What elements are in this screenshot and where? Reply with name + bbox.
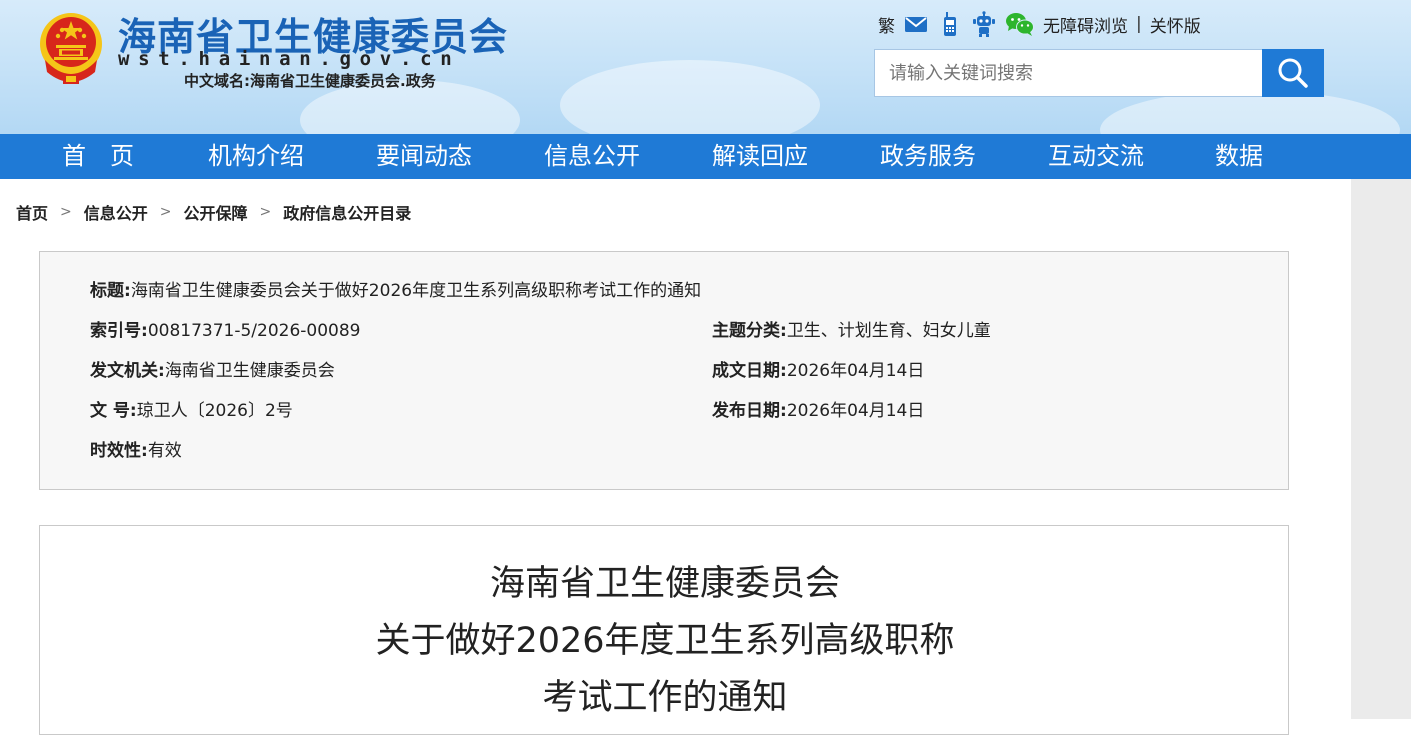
- main-nav: 首 页 机构介绍 要闻动态 信息公开 解读回应 政务服务 互动交流 数据: [0, 134, 1411, 179]
- nav-information-disclosure[interactable]: 信息公开: [544, 134, 640, 179]
- care-mode-link[interactable]: 关怀版: [1150, 10, 1201, 38]
- breadcrumb-home[interactable]: 首页: [16, 200, 48, 224]
- meta-docno-label: 文 号:: [90, 401, 137, 421]
- meta-title-row: 标题:海南省卫生健康委员会关于做好2026年度卫生系列高级职称考试工作的通知: [90, 279, 701, 303]
- meta-created-label: 成文日期:: [712, 361, 787, 381]
- document-title-line-2: 关于做好2026年度卫生系列高级职称: [375, 621, 955, 661]
- document-title-line-3: 考试工作的通知: [542, 678, 788, 718]
- meta-published-value: 2026年04月14日: [786, 401, 925, 421]
- breadcrumb-separator: >: [60, 204, 72, 220]
- meta-index-value: 00817371-5/2026-00089: [147, 321, 361, 341]
- breadcrumb-disclosure-guarantee[interactable]: 公开保障: [184, 200, 248, 224]
- nav-home[interactable]: 首 页: [62, 134, 134, 179]
- nav-interpretation[interactable]: 解读回应: [712, 134, 808, 179]
- meta-title-value: 海南省卫生健康委员会关于做好2026年度卫生系列高级职称考试工作的通知: [130, 281, 702, 301]
- header-cloud-decoration: [560, 60, 820, 134]
- meta-validity-row: 时效性:有效: [90, 439, 182, 463]
- search-icon: [1278, 58, 1308, 88]
- meta-topic-row: 主题分类:卫生、计划生育、妇女儿童: [712, 319, 991, 343]
- site-header: 海南省卫生健康委员会 wst.hainan.gov.cn 中文域名:海南省卫生健…: [0, 0, 1411, 134]
- nav-interaction[interactable]: 互动交流: [1048, 134, 1144, 179]
- breadcrumb-information-disclosure[interactable]: 信息公开: [84, 200, 148, 224]
- meta-created-row: 成文日期:2026年04月14日: [712, 359, 924, 383]
- meta-index-label: 索引号:: [90, 321, 148, 341]
- meta-docno-row: 文 号:琼卫人〔2026〕2号: [90, 399, 293, 423]
- header-toolbar: 繁 无障碍浏览 | 关怀版: [878, 10, 1201, 38]
- meta-validity-value: 有效: [147, 441, 182, 461]
- document-body: 海南省卫生健康委员会 关于做好2026年度卫生系列高级职称 考试工作的通知: [39, 525, 1289, 735]
- nav-government-services[interactable]: 政务服务: [880, 134, 976, 179]
- nav-organization[interactable]: 机构介绍: [208, 134, 304, 179]
- robot-assistant-icon[interactable]: [971, 11, 997, 37]
- meta-topic-value: 卫生、计划生育、妇女儿童: [786, 321, 991, 341]
- wechat-icon[interactable]: [1005, 11, 1035, 37]
- meta-published-row: 发布日期:2026年04月14日: [712, 399, 924, 423]
- toolbar-separator: |: [1136, 14, 1142, 34]
- search-button[interactable]: [1262, 49, 1324, 97]
- national-emblem-icon[interactable]: [35, 10, 107, 88]
- mail-icon[interactable]: [903, 11, 929, 37]
- nav-data[interactable]: 数据: [1215, 134, 1263, 179]
- document-metadata-panel: 标题:海南省卫生健康委员会关于做好2026年度卫生系列高级职称考试工作的通知 索…: [39, 251, 1289, 490]
- breadcrumb-catalog[interactable]: 政府信息公开目录: [283, 200, 411, 224]
- meta-validity-label: 时效性:: [90, 441, 148, 461]
- nav-news[interactable]: 要闻动态: [376, 134, 472, 179]
- meta-docno-value: 琼卫人〔2026〕2号: [136, 401, 293, 421]
- search-input[interactable]: [874, 49, 1264, 97]
- traditional-chinese-link[interactable]: 繁: [878, 10, 895, 38]
- site-domain: wst.hainan.gov.cn: [118, 48, 461, 70]
- page-right-gutter: [1351, 179, 1411, 719]
- meta-published-label: 发布日期:: [712, 401, 787, 421]
- meta-issuer-label: 发文机关:: [90, 361, 165, 381]
- accessible-browsing-link[interactable]: 无障碍浏览: [1043, 10, 1128, 38]
- meta-topic-label: 主题分类:: [712, 321, 787, 341]
- document-title-line-1: 海南省卫生健康委员会: [489, 564, 840, 604]
- mobile-phone-icon[interactable]: [937, 11, 963, 37]
- breadcrumb-separator: >: [259, 204, 272, 220]
- meta-title-label: 标题:: [90, 281, 131, 301]
- meta-created-value: 2026年04月14日: [786, 361, 925, 381]
- site-chinese-domain: 中文域名:海南省卫生健康委员会.政务: [184, 72, 436, 90]
- meta-issuer-value: 海南省卫生健康委员会: [164, 361, 335, 381]
- breadcrumb: 首页 > 信息公开 > 公开保障 > 政府信息公开目录: [16, 201, 411, 223]
- meta-index-row: 索引号:00817371-5/2026-00089: [90, 319, 361, 343]
- meta-issuer-row: 发文机关:海南省卫生健康委员会: [90, 359, 335, 383]
- breadcrumb-separator: >: [159, 204, 172, 220]
